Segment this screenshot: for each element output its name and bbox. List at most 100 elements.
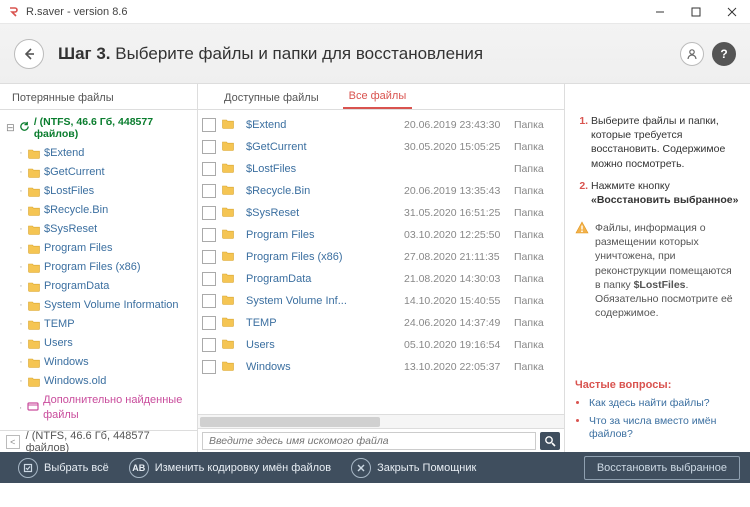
folder-icon bbox=[28, 148, 40, 159]
back-button[interactable] bbox=[14, 39, 44, 69]
file-checkbox[interactable] bbox=[202, 162, 216, 176]
search-input[interactable] bbox=[202, 432, 536, 450]
tree-folder-item[interactable]: ·ProgramData bbox=[6, 277, 193, 296]
tree-extra-label: Дополнительно найденные файлы bbox=[43, 393, 193, 423]
select-all-button[interactable]: Выбрать всё bbox=[10, 454, 117, 482]
file-row[interactable]: $Extend20.06.2019 23:43:30Папка bbox=[198, 114, 564, 136]
tree-folder-item[interactable]: ·Windows bbox=[6, 353, 193, 372]
instruction-step-1: Выберите файлы и папки, которые требуетс… bbox=[591, 114, 740, 171]
restore-selected-button[interactable]: Восстановить выбранное bbox=[584, 456, 740, 480]
file-row[interactable]: $Recycle.Bin20.06.2019 13:35:43Папка bbox=[198, 180, 564, 202]
file-type: Папка bbox=[514, 229, 558, 241]
faq-link-find-files[interactable]: Как здесь найти файлы? bbox=[589, 397, 740, 411]
file-type: Папка bbox=[514, 207, 558, 219]
file-checkbox[interactable] bbox=[202, 118, 216, 132]
page-header: Шаг 3. Выберите файлы и папки для восста… bbox=[0, 24, 750, 84]
tree-root[interactable]: ⊟ / (NTFS, 46.6 Гб, 448577 файлов) bbox=[6, 116, 193, 140]
tree-folder-item[interactable]: ·Windows.old bbox=[6, 372, 193, 391]
tree-folder-item[interactable]: ·System Volume Information bbox=[6, 296, 193, 315]
expand-icon[interactable]: ⊟ bbox=[6, 122, 15, 134]
file-type: Папка bbox=[514, 251, 558, 263]
file-type: Папка bbox=[514, 361, 558, 373]
file-row[interactable]: TEMP24.06.2020 14:37:49Папка bbox=[198, 312, 564, 334]
tree-item-label: System Volume Information bbox=[44, 298, 179, 313]
file-list-scrollbar[interactable] bbox=[198, 414, 564, 428]
tree-dot-icon: · bbox=[18, 336, 24, 351]
file-checkbox[interactable] bbox=[202, 250, 216, 264]
tree-dot-icon: · bbox=[18, 317, 24, 332]
box-icon bbox=[27, 400, 39, 417]
file-type: Папка bbox=[514, 163, 558, 175]
tree-folder-item[interactable]: ·Program Files bbox=[6, 239, 193, 258]
file-checkbox[interactable] bbox=[202, 206, 216, 220]
file-row[interactable]: Program Files (x86)27.08.2020 21:11:35Па… bbox=[198, 246, 564, 268]
faq-title: Частые вопросы: bbox=[575, 379, 740, 391]
file-checkbox[interactable] bbox=[202, 228, 216, 242]
file-date: 24.06.2020 14:37:49 bbox=[404, 317, 514, 329]
warning-icon bbox=[575, 221, 589, 320]
tree-folder-item[interactable]: ·TEMP bbox=[6, 315, 193, 334]
file-row[interactable]: $LostFiles Папка bbox=[198, 158, 564, 180]
close-assistant-button[interactable]: Закрыть Помощник bbox=[343, 454, 484, 482]
tree-dot-icon: · bbox=[18, 165, 24, 180]
file-row[interactable]: $GetCurrent30.05.2020 15:05:25Папка bbox=[198, 136, 564, 158]
folder-icon bbox=[28, 357, 40, 368]
left-tabs: Потерянные файлы Доступные файлы bbox=[0, 84, 197, 110]
search-bar bbox=[198, 428, 564, 452]
folder-icon bbox=[222, 228, 240, 242]
tree-extra-found[interactable]: · Дополнительно найденные файлы bbox=[6, 391, 193, 425]
file-type: Папка bbox=[514, 273, 558, 285]
file-date: 31.05.2020 16:51:25 bbox=[404, 207, 514, 219]
change-encoding-button[interactable]: АВ Изменить кодировку имён файлов bbox=[121, 454, 339, 482]
tree-folder-item[interactable]: ·Users bbox=[6, 334, 193, 353]
tree-back-button[interactable]: < bbox=[6, 435, 20, 449]
file-name: Program Files bbox=[246, 229, 404, 241]
file-date: 27.08.2020 21:11:35 bbox=[404, 251, 514, 263]
folder-icon bbox=[222, 118, 240, 132]
tab-lost-files[interactable]: Потерянные файлы bbox=[6, 87, 120, 109]
user-button[interactable] bbox=[680, 42, 704, 66]
file-checkbox[interactable] bbox=[202, 140, 216, 154]
file-checkbox[interactable] bbox=[202, 338, 216, 352]
tab-available[interactable]: Доступные файлы bbox=[218, 87, 325, 109]
search-button[interactable] bbox=[540, 432, 560, 450]
file-name: $LostFiles bbox=[246, 163, 404, 175]
tree-folder-item[interactable]: ·$Extend bbox=[6, 144, 193, 163]
file-row[interactable]: Users05.10.2020 19:16:54Папка bbox=[198, 334, 564, 356]
tree-item-label: ProgramData bbox=[44, 279, 109, 294]
close-icon bbox=[351, 458, 371, 478]
check-icon bbox=[18, 458, 38, 478]
file-checkbox[interactable] bbox=[202, 360, 216, 374]
file-row[interactable]: Program Files03.10.2020 12:25:50Папка bbox=[198, 224, 564, 246]
file-row[interactable]: System Volume Inf...14.10.2020 15:40:55П… bbox=[198, 290, 564, 312]
window-minimize-button[interactable] bbox=[642, 0, 678, 24]
tree-dot-icon: · bbox=[18, 355, 24, 370]
file-type: Папка bbox=[514, 119, 558, 131]
warning-text: Файлы, информация о размещении которых у… bbox=[595, 221, 740, 320]
file-checkbox[interactable] bbox=[202, 184, 216, 198]
tree-dot-icon: · bbox=[18, 203, 24, 218]
tree-statusbar: < / (NTFS, 46.6 Гб, 448577 файлов) bbox=[0, 430, 197, 452]
file-row[interactable]: Windows13.10.2020 22:05:37Папка bbox=[198, 356, 564, 378]
file-name: Windows bbox=[246, 361, 404, 373]
file-row[interactable]: $SysReset31.05.2020 16:51:25Папка bbox=[198, 202, 564, 224]
window-maximize-button[interactable] bbox=[678, 0, 714, 24]
file-checkbox[interactable] bbox=[202, 316, 216, 330]
tree-folder-item[interactable]: ·$SysReset bbox=[6, 220, 193, 239]
window-close-button[interactable] bbox=[714, 0, 750, 24]
file-name: Program Files (x86) bbox=[246, 251, 404, 263]
file-checkbox[interactable] bbox=[202, 272, 216, 286]
tree-folder-item[interactable]: ·$LostFiles bbox=[6, 182, 193, 201]
tab-all[interactable]: Все файлы bbox=[343, 85, 413, 109]
file-name: $SysReset bbox=[246, 207, 404, 219]
help-button[interactable]: ? bbox=[712, 42, 736, 66]
tree-folder-item[interactable]: ·Program Files (x86) bbox=[6, 258, 193, 277]
folder-icon bbox=[28, 319, 40, 330]
tree-folder-item[interactable]: ·$Recycle.Bin bbox=[6, 201, 193, 220]
tree-folder-item[interactable]: ·$GetCurrent bbox=[6, 163, 193, 182]
file-row[interactable]: ProgramData21.08.2020 14:30:03Папка bbox=[198, 268, 564, 290]
faq-link-numbers[interactable]: Что за числа вместо имён файлов? bbox=[589, 415, 740, 442]
file-checkbox[interactable] bbox=[202, 294, 216, 308]
folder-icon bbox=[28, 376, 40, 387]
tree-item-label: $LostFiles bbox=[44, 184, 94, 199]
